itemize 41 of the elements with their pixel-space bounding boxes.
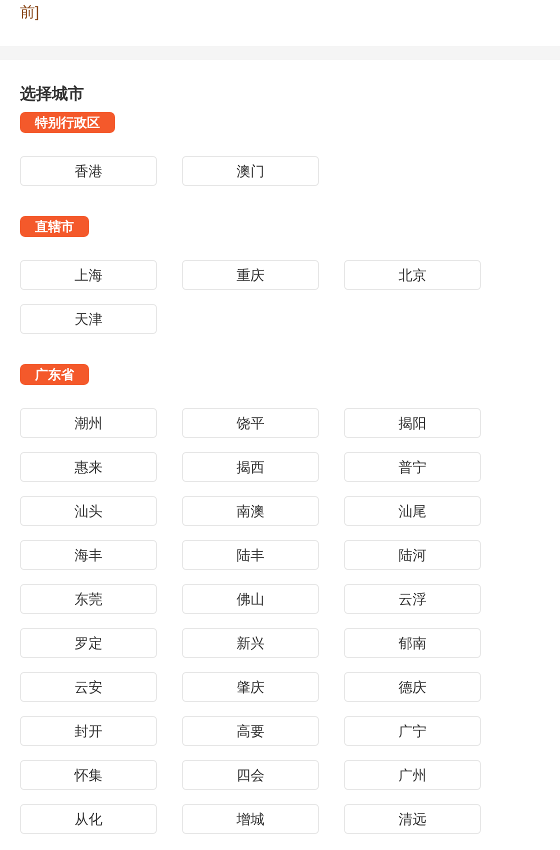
city-button[interactable]: 肇庆 <box>182 672 319 702</box>
group-badge: 直辖市 <box>20 216 89 237</box>
city-button[interactable]: 增城 <box>182 804 319 834</box>
city-button[interactable]: 上海 <box>20 260 157 290</box>
city-button[interactable]: 陆丰 <box>182 540 319 570</box>
city-button[interactable]: 德庆 <box>344 672 481 702</box>
city-button[interactable]: 揭西 <box>182 452 319 482</box>
group-badge: 广东省 <box>20 364 89 385</box>
city-button[interactable]: 罗定 <box>20 628 157 658</box>
city-button[interactable]: 广州 <box>344 760 481 790</box>
section-title: 选择城市 <box>20 84 84 105</box>
city-button[interactable]: 陆河 <box>344 540 481 570</box>
city-button[interactable]: 云浮 <box>344 584 481 614</box>
city-button[interactable]: 四会 <box>182 760 319 790</box>
city-button[interactable]: 汕尾 <box>344 496 481 526</box>
city-button[interactable]: 郁南 <box>344 628 481 658</box>
city-button[interactable]: 东莞 <box>20 584 157 614</box>
city-button[interactable]: 重庆 <box>182 260 319 290</box>
city-button[interactable]: 新兴 <box>182 628 319 658</box>
city-button[interactable]: 云安 <box>20 672 157 702</box>
city-button[interactable]: 汕头 <box>20 496 157 526</box>
city-button[interactable]: 揭阳 <box>344 408 481 438</box>
city-button[interactable]: 澳门 <box>182 156 319 186</box>
city-button[interactable]: 广宁 <box>344 716 481 746</box>
city-button[interactable]: 怀集 <box>20 760 157 790</box>
city-button[interactable]: 从化 <box>20 804 157 834</box>
city-button[interactable]: 惠来 <box>20 452 157 482</box>
city-button[interactable]: 饶平 <box>182 408 319 438</box>
city-button[interactable]: 海丰 <box>20 540 157 570</box>
city-button[interactable]: 潮州 <box>20 408 157 438</box>
city-button[interactable]: 高要 <box>182 716 319 746</box>
city-button[interactable]: 南澳 <box>182 496 319 526</box>
city-button[interactable]: 北京 <box>344 260 481 290</box>
city-button[interactable]: 普宁 <box>344 452 481 482</box>
city-button[interactable]: 封开 <box>20 716 157 746</box>
city-button[interactable]: 清远 <box>344 804 481 834</box>
snippet-text: 前] <box>20 4 40 21</box>
group-badge: 特别行政区 <box>20 112 115 133</box>
city-button[interactable]: 天津 <box>20 304 157 334</box>
city-button[interactable]: 香港 <box>20 156 157 186</box>
city-button[interactable]: 佛山 <box>182 584 319 614</box>
